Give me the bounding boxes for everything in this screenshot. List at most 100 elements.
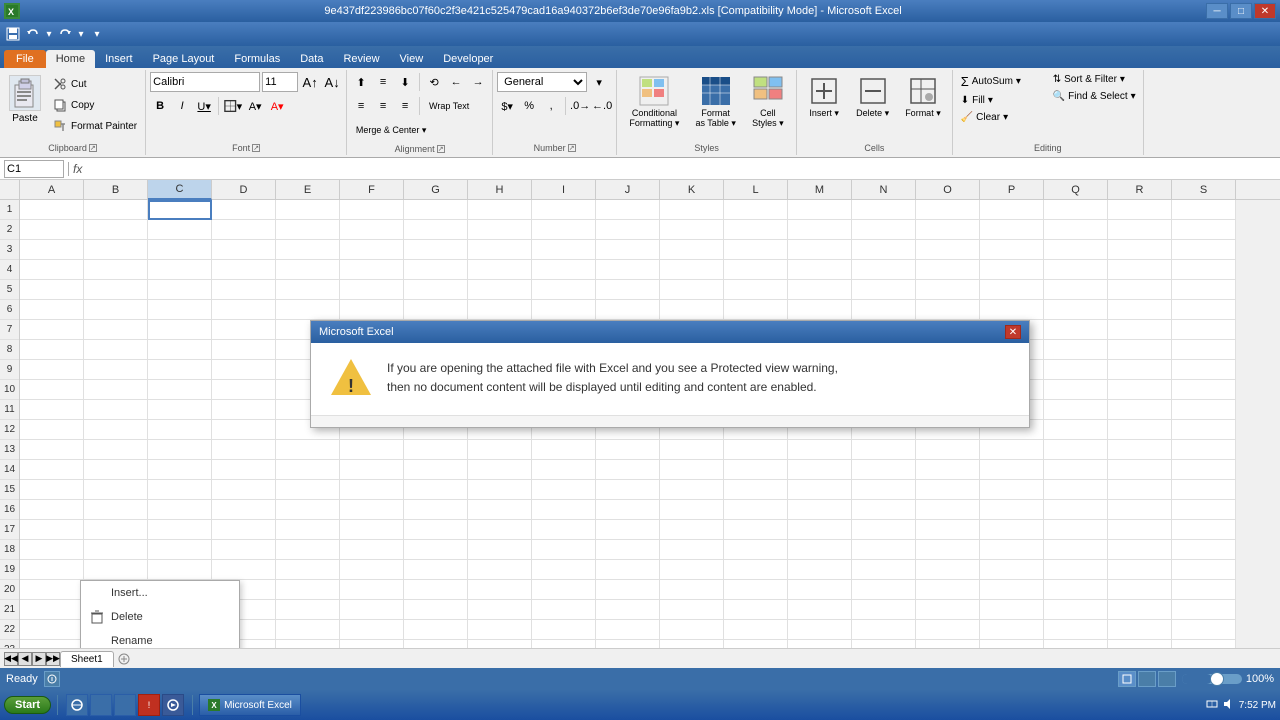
cell-D7[interactable] <box>212 320 276 340</box>
cell-F2[interactable] <box>340 220 404 240</box>
cell-Q8[interactable] <box>1044 340 1108 360</box>
cell-O3[interactable] <box>916 240 980 260</box>
font-increase-btn[interactable]: A↑ <box>300 72 320 92</box>
cell-I18[interactable] <box>532 540 596 560</box>
cell-H23[interactable] <box>468 640 532 648</box>
cell-Q23[interactable] <box>1044 640 1108 648</box>
undo-quick-btn[interactable] <box>24 25 42 43</box>
cell-G5[interactable] <box>404 280 468 300</box>
cell-O13[interactable] <box>916 440 980 460</box>
font-family-select[interactable] <box>150 72 260 92</box>
col-header-L[interactable]: L <box>724 180 788 200</box>
cell-B13[interactable] <box>84 440 148 460</box>
cell-O22[interactable] <box>916 620 980 640</box>
row-num-20[interactable]: 20 <box>0 580 19 600</box>
cell-O4[interactable] <box>916 260 980 280</box>
cell-R13[interactable] <box>1108 440 1172 460</box>
cell-J18[interactable] <box>596 540 660 560</box>
decimal-increase-btn[interactable]: .0→ <box>570 96 590 116</box>
cell-I19[interactable] <box>532 560 596 580</box>
cell-M16[interactable] <box>788 500 852 520</box>
cell-K13[interactable] <box>660 440 724 460</box>
cell-N15[interactable] <box>852 480 916 500</box>
zoom-slider[interactable] <box>1182 674 1242 684</box>
align-center-btn[interactable]: ≡ <box>373 96 393 116</box>
col-header-S[interactable]: S <box>1172 180 1236 200</box>
cell-G23[interactable] <box>404 640 468 648</box>
cell-I5[interactable] <box>532 280 596 300</box>
cell-L6[interactable] <box>724 300 788 320</box>
cell-N18[interactable] <box>852 540 916 560</box>
close-button[interactable]: ✕ <box>1254 3 1276 19</box>
row-num-1[interactable]: 1 <box>0 200 19 220</box>
cell-K3[interactable] <box>660 240 724 260</box>
cell-C14[interactable] <box>148 460 212 480</box>
cell-M21[interactable] <box>788 600 852 620</box>
cell-R17[interactable] <box>1108 520 1172 540</box>
autosum-btn[interactable]: Σ AutoSum▾ <box>957 72 1047 91</box>
cell-E4[interactable] <box>276 260 340 280</box>
cell-R18[interactable] <box>1108 540 1172 560</box>
cell-F4[interactable] <box>340 260 404 280</box>
cell-D2[interactable] <box>212 220 276 240</box>
cell-P5[interactable] <box>980 280 1044 300</box>
cell-R4[interactable] <box>1108 260 1172 280</box>
conditional-formatting-btn[interactable]: ConditionalFormatting ▾ <box>622 72 686 132</box>
cell-A8[interactable] <box>20 340 84 360</box>
cell-G18[interactable] <box>404 540 468 560</box>
cell-C9[interactable] <box>148 360 212 380</box>
cell-A10[interactable] <box>20 380 84 400</box>
status-mode-icon[interactable] <box>44 671 60 687</box>
cell-P2[interactable] <box>980 220 1044 240</box>
cell-I20[interactable] <box>532 580 596 600</box>
cell-P19[interactable] <box>980 560 1044 580</box>
cell-B18[interactable] <box>84 540 148 560</box>
cell-M5[interactable] <box>788 280 852 300</box>
row-num-21[interactable]: 21 <box>0 600 19 620</box>
cell-J6[interactable] <box>596 300 660 320</box>
paste-button[interactable]: Paste <box>4 72 46 127</box>
cell-I2[interactable] <box>532 220 596 240</box>
cell-D8[interactable] <box>212 340 276 360</box>
cell-A6[interactable] <box>20 300 84 320</box>
cell-J3[interactable] <box>596 240 660 260</box>
cell-L22[interactable] <box>724 620 788 640</box>
cell-E20[interactable] <box>276 580 340 600</box>
cell-E6[interactable] <box>276 300 340 320</box>
bold-button[interactable]: B <box>150 96 170 116</box>
cell-G16[interactable] <box>404 500 468 520</box>
cell-N2[interactable] <box>852 220 916 240</box>
cell-Q2[interactable] <box>1044 220 1108 240</box>
taskbar-ie-icon[interactable] <box>90 694 112 716</box>
cell-I22[interactable] <box>532 620 596 640</box>
cell-B17[interactable] <box>84 520 148 540</box>
network-icon[interactable] <box>1205 697 1219 714</box>
row-num-16[interactable]: 16 <box>0 500 19 520</box>
row-num-8[interactable]: 8 <box>0 340 19 360</box>
cell-K5[interactable] <box>660 280 724 300</box>
cell-F6[interactable] <box>340 300 404 320</box>
cell-L17[interactable] <box>724 520 788 540</box>
cell-A20[interactable] <box>20 580 84 600</box>
row-num-9[interactable]: 9 <box>0 360 19 380</box>
cell-A9[interactable] <box>20 360 84 380</box>
cell-E14[interactable] <box>276 460 340 480</box>
cell-H3[interactable] <box>468 240 532 260</box>
cell-Q12[interactable] <box>1044 420 1108 440</box>
format-table-btn[interactable]: Formatas Table ▾ <box>688 72 742 132</box>
cell-M22[interactable] <box>788 620 852 640</box>
row-num-4[interactable]: 4 <box>0 260 19 280</box>
cell-K6[interactable] <box>660 300 724 320</box>
cell-C11[interactable] <box>148 400 212 420</box>
row-num-23[interactable]: 23 <box>0 640 19 648</box>
cell-J23[interactable] <box>596 640 660 648</box>
cell-D17[interactable] <box>212 520 276 540</box>
cell-B10[interactable] <box>84 380 148 400</box>
fill-btn[interactable]: ⬇ Fill▾ <box>957 93 1047 108</box>
cell-G2[interactable] <box>404 220 468 240</box>
merge-center-btn[interactable]: Merge & Center ▾ <box>351 120 431 140</box>
cell-N5[interactable] <box>852 280 916 300</box>
clipboard-expander[interactable]: ↗ <box>89 144 97 152</box>
cell-S12[interactable] <box>1172 420 1236 440</box>
cell-C3[interactable] <box>148 240 212 260</box>
